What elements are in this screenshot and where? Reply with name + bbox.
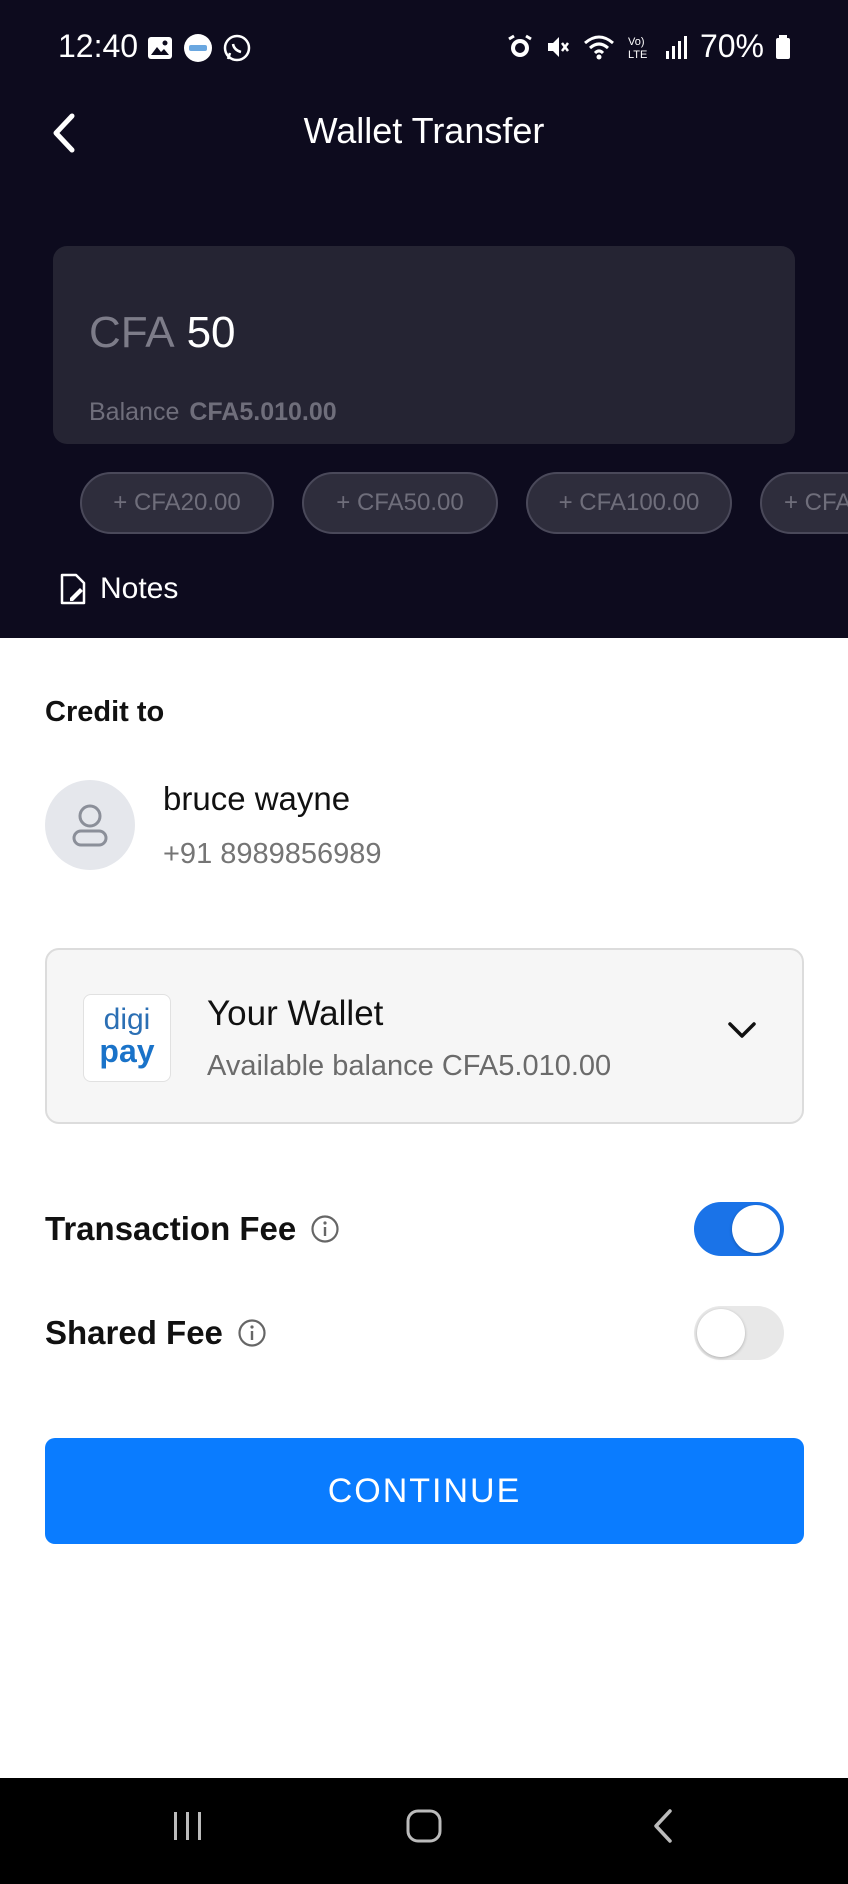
logo-text-top: digi [103,1003,151,1036]
contact-name: bruce wayne [163,780,351,817]
wallet-balance: Available balance CFA5.010.00 [207,1050,612,1082]
amount-card[interactable]: CFA 50 Balance CFA5.010.00 [53,246,795,444]
amount-currency: CFA [89,308,175,357]
credit-to-label: Credit to [45,696,165,728]
info-icon[interactable] [310,1214,340,1244]
transfer-header-area: 12:40 Vo) LTE 70% Wallet Transfer CFA 50 B… [0,0,848,638]
system-navigation-bar [0,1778,848,1884]
svg-text:Vo): Vo) [628,36,645,48]
contact-phone: +91 8989856989 [163,838,382,870]
page-title: Wallet Transfer [303,110,545,151]
toggle-knob [732,1205,780,1253]
wallet-selector[interactable]: digi pay Your Wallet Available balance C… [45,948,804,1124]
balance-label: Balance [89,398,180,426]
balance-value: CFA5.010.00 [189,398,337,426]
note-edit-icon [60,573,86,605]
transaction-fee-row: Transaction Fee [45,1200,804,1260]
quick-amount-chip[interactable]: + CFA100.00 [526,472,732,534]
transaction-fee-label: Transaction Fee [45,1210,297,1247]
shared-fee-label: Shared Fee [45,1314,223,1351]
continue-button[interactable]: CONTINUE [45,1438,804,1544]
shared-fee-label-group: Shared Fee [45,1314,267,1352]
wifi-icon [583,35,614,59]
signal-icon [665,35,687,59]
status-time: 12:40 [58,28,139,64]
user-icon [72,804,108,847]
status-bar: 12:40 Vo) LTE 70% [0,0,848,96]
battery-icon [776,34,790,59]
quick-amount-chip[interactable]: + CFA [760,472,848,534]
digipay-notification-icon [184,34,212,62]
transaction-fee-label-group: Transaction Fee [45,1210,340,1248]
status-system-icons: Vo) LTE 70% [506,28,792,65]
app-header: Wallet Transfer [0,96,848,168]
amount-input[interactable]: CFA 50 [89,308,236,358]
whatsapp-icon [223,34,251,62]
volte-icon: Vo)LTE [628,36,647,61]
logo-text-bottom: pay [99,1033,155,1069]
alarm-icon [508,34,532,57]
info-icon[interactable] [237,1318,267,1348]
home-icon[interactable] [404,1806,444,1846]
shared-fee-toggle[interactable] [694,1306,784,1360]
transaction-fee-toggle[interactable] [694,1202,784,1256]
quick-amount-chip[interactable]: + CFA50.00 [302,472,498,534]
notes-label: Notes [100,572,179,605]
shared-fee-row: Shared Fee [45,1304,804,1364]
quick-amount-chip[interactable]: + CFA20.00 [80,472,274,534]
amount-value: 50 [186,308,236,357]
chevron-down-icon[interactable] [726,1020,758,1042]
recent-apps-icon[interactable] [168,1806,208,1846]
status-notification-icons [146,32,252,64]
avatar [45,780,135,870]
notes-button[interactable]: Notes [58,572,178,606]
gallery-icon [148,37,172,59]
quick-amount-chips: + CFA20.00 + CFA50.00 + CFA100.00 + CFA [80,472,848,534]
digipay-logo: digi pay [83,994,171,1082]
svg-text:LTE: LTE [628,49,647,61]
mute-icon [547,36,569,57]
battery-percent: 70% [699,28,764,64]
back-nav-icon[interactable] [644,1806,684,1846]
wallet-title: Your Wallet [207,994,384,1033]
balance-line: Balance CFA5.010.00 [89,398,337,427]
toggle-knob [697,1309,745,1357]
